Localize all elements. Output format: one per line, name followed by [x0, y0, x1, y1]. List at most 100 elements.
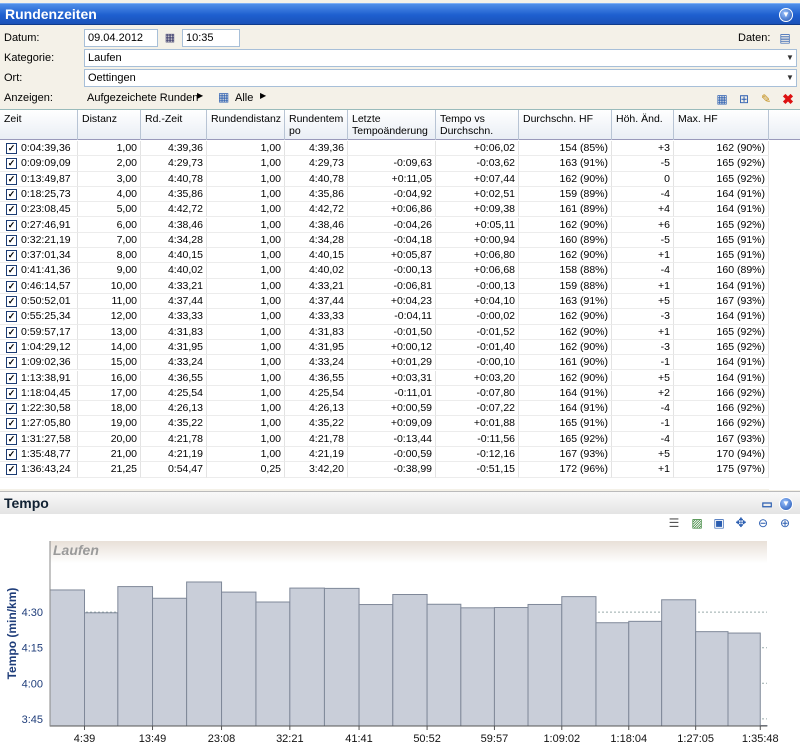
delete-icon[interactable]: ✖	[780, 91, 796, 107]
lap-checkbox[interactable]: ✓	[6, 143, 17, 154]
table-row[interactable]: 1:09:02,36 15,00 4:33,24 1,00 4:33,24 +0:01,2…	[0, 355, 769, 371]
lap-checkbox[interactable]: ✓	[6, 372, 17, 384]
table-row[interactable]: 0:18:25,73 4,00 4:35,86 1,00 4:35,86 -0:04,92…	[0, 186, 769, 203]
lap-checkbox[interactable]: ✓	[6, 387, 17, 399]
lap-checkbox[interactable]: ✓	[6, 296, 17, 307]
table-row[interactable]: 0:27:46,91 6,00 4:38,46 1,00 4:38,46 -0:04,26…	[0, 217, 769, 233]
date-field[interactable]: 09.04.2012	[84, 29, 158, 47]
chevron-right-icon[interactable]: ▶	[197, 91, 203, 100]
col-rd-zeit[interactable]: Rd.-Zeit	[141, 110, 207, 140]
lap-checkbox[interactable]: ✓	[6, 326, 17, 338]
col-hoeh-aend[interactable]: Höh. Änd.	[612, 110, 674, 140]
lap-checkbox[interactable]: ✓	[6, 250, 17, 262]
edit-pencil-icon[interactable]: ✎	[758, 91, 774, 107]
chevron-right-icon[interactable]: ▶	[260, 91, 266, 100]
collapse-icon[interactable]: ▼	[779, 497, 793, 511]
table-row[interactable]: 0:46:14,57 10,00 4:33,21 1,00 4:33,21 -0:06,8…	[0, 278, 769, 294]
lap-checkbox[interactable]: ✓	[6, 357, 17, 369]
cell-letzte-tempoaenderung: +0:03,31	[348, 370, 436, 386]
col-durchschn-hf[interactable]: Durchschn. HF	[519, 110, 612, 140]
cell-rd-zeit: 4:21,19	[141, 447, 207, 463]
cell-rd-zeit: 4:31,95	[141, 339, 207, 356]
lap-checkbox[interactable]: ✓	[6, 403, 17, 415]
lap-checkbox[interactable]: ✓	[6, 311, 17, 323]
lap-checkbox[interactable]: ✓	[6, 173, 17, 185]
table-row[interactable]: 0:55:25,34 12,00 4:33,33 1,00 4:33,33 -0:04,1…	[0, 309, 769, 325]
series-label: Laufen	[53, 542, 99, 558]
calendar-icon[interactable]: ▦	[162, 30, 178, 46]
lap-checkbox[interactable]: ✓	[6, 158, 17, 170]
col-rundendistanz[interactable]: Rundendistanz	[207, 110, 285, 140]
col-distanz[interactable]: Distanz	[78, 110, 141, 140]
col-rundentempo[interactable]: Rundentem po	[285, 110, 348, 140]
cell-durchschn-hf: 162 (90%)	[519, 309, 612, 325]
cell-hoeh-aend: +5	[612, 294, 674, 310]
time-field[interactable]: 10:35	[182, 29, 240, 47]
table-row[interactable]: 0:09:09,09 2,00 4:29,73 1,00 4:29,73 -0:09,63…	[0, 156, 769, 172]
cell-rd-zeit: 4:21,78	[141, 431, 207, 447]
chevron-down-icon[interactable]: ▼	[783, 49, 797, 67]
lap-checkbox[interactable]: ✓	[6, 280, 17, 292]
lap-checkbox[interactable]: ✓	[6, 433, 17, 445]
cell-rundendistanz: 1,00	[207, 294, 285, 310]
filter-selector[interactable]: Alle	[235, 92, 253, 104]
cell-durchschn-hf: 167 (93%)	[519, 447, 612, 463]
cell-distanz: 3,00	[78, 171, 141, 187]
col-tempo-vs-durchschn[interactable]: Tempo vs Durchschn.	[436, 110, 519, 140]
cell-rd-zeit: 4:34,28	[141, 232, 207, 249]
lap-checkbox[interactable]: ✓	[6, 219, 17, 231]
col-letzte-tempoaenderung[interactable]: Letzte Tempoänderung	[348, 110, 436, 140]
laps-selector[interactable]: Aufgezeichete Runden	[87, 92, 198, 104]
col-max-hf[interactable]: Max. HF	[674, 110, 769, 140]
kategorie-select[interactable]: Laufen	[84, 49, 797, 67]
ort-select[interactable]: Oettingen	[84, 69, 797, 87]
lap-checkbox[interactable]: ✓	[6, 234, 17, 246]
lap-checkbox[interactable]: ✓	[6, 449, 17, 460]
table-row[interactable]: 0:32:21,19 7,00 4:34,28 1,00 4:34,28 -0:04,18…	[0, 232, 769, 249]
chart-bar	[493, 607, 529, 727]
table-row[interactable]: 0:41:41,36 9,00 4:40,02 1,00 4:40,02 -0:00,13…	[0, 263, 769, 279]
table-row[interactable]: 0:04:39,36 1,00 4:39,36 1,00 4:39,36 +0:06,02…	[0, 141, 769, 157]
lap-checkbox[interactable]: ✓	[6, 418, 17, 430]
layout-icon[interactable]: ▭	[759, 496, 775, 512]
table-settings-icon[interactable]: ▦	[714, 91, 730, 107]
table-empty-area	[769, 140, 800, 490]
cell-max-hf: 167 (93%)	[674, 431, 769, 447]
lap-checkbox[interactable]: ✓	[6, 341, 17, 353]
cell-rundendistanz: 1,00	[207, 339, 285, 356]
lap-checkbox[interactable]: ✓	[6, 188, 17, 200]
cell-rundentempo: 4:37,44	[285, 294, 348, 310]
x-tick-label: 4:39	[74, 733, 95, 745]
cell-rundentempo: 4:36,55	[285, 370, 348, 386]
chart-panel: ☰ ▨ ▣ ✥ ⊖ ⊕ Laufen 4:30 4:15 4:00 3:45 4:39 13…	[0, 514, 800, 747]
table-row[interactable]: 0:23:08,45 5,00 4:42,72 1,00 4:42,72 +0:06,86…	[0, 202, 769, 218]
add-icon[interactable]: ⊞	[736, 91, 752, 107]
table-row[interactable]: 1:27:05,80 19,00 4:35,22 1,00 4:35,22 +0:09,0…	[0, 416, 769, 432]
lap-checkbox[interactable]: ✓	[6, 265, 17, 277]
chart-bar	[392, 594, 428, 727]
collapse-icon[interactable]: ▼	[779, 8, 793, 22]
table-row[interactable]: 0:13:49,87 3,00 4:40,78 1,00 4:40,78 +0:11,05…	[0, 171, 769, 187]
table-row[interactable]: 1:35:48,77 21,00 4:21,19 1,00 4:21,19 -0:00,5…	[0, 447, 769, 463]
cell-distanz: 19,00	[78, 416, 141, 432]
table-row[interactable]: 1:18:04,45 17,00 4:25,54 1,00 4:25,54 -0:11,0…	[0, 385, 769, 402]
cell-rundentempo: 4:31,95	[285, 339, 348, 356]
chevron-down-icon[interactable]: ▼	[783, 69, 797, 87]
cell-rundentempo: 4:26,13	[285, 401, 348, 417]
cell-max-hf: 175 (97%)	[674, 462, 769, 478]
cell-rundentempo: 4:33,33	[285, 309, 348, 325]
cell-tempo-vs-durchschn: +0:06,68	[436, 263, 519, 279]
table-row[interactable]: 0:37:01,34 8,00 4:40,15 1,00 4:40,15 +0:05,87…	[0, 248, 769, 264]
table-row[interactable]: 0:50:52,01 11,00 4:37,44 1,00 4:37,44 +0:04,2…	[0, 294, 769, 310]
table-row[interactable]: 1:04:29,12 14,00 4:31,95 1,00 4:31,95 +0:00,1…	[0, 339, 769, 356]
table-row[interactable]: 1:31:27,58 20,00 4:21,78 1,00 4:21,78 -0:13,4…	[0, 431, 769, 447]
cell-hoeh-aend: +3	[612, 141, 674, 157]
lap-checkbox[interactable]: ✓	[6, 204, 17, 216]
lap-checkbox[interactable]: ✓	[6, 464, 17, 476]
data-menu-icon[interactable]: ▤	[777, 30, 793, 46]
table-row[interactable]: 1:36:43,24 21,25 0:54,47 0,25 3:42,20 -0:38,9…	[0, 462, 769, 478]
table-row[interactable]: 1:22:30,58 18,00 4:26,13 1,00 4:26,13 +0:00,5…	[0, 401, 769, 417]
table-row[interactable]: 1:13:38,91 16,00 4:36,55 1,00 4:36,55 +0:03,3…	[0, 370, 769, 386]
col-zeit[interactable]: Zeit	[0, 110, 78, 140]
table-row[interactable]: 0:59:57,17 13,00 4:31,83 1,00 4:31,83 -0:01,5…	[0, 324, 769, 340]
